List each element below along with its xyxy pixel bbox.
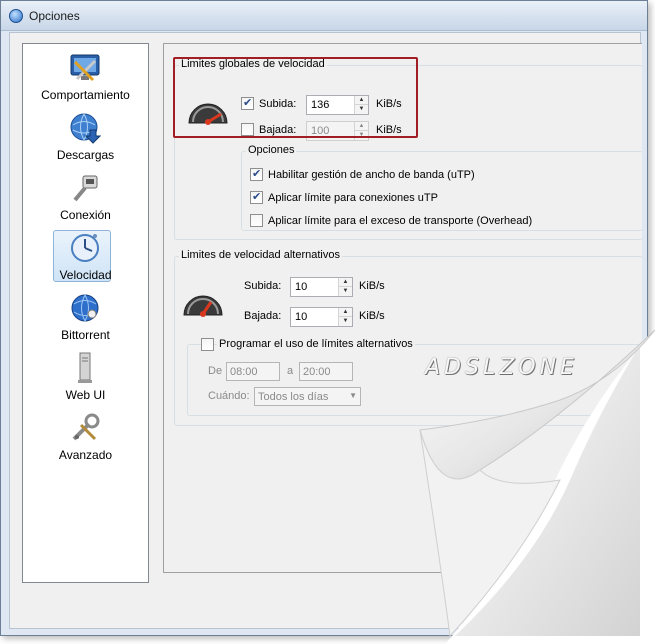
limit-utp-label: Aplicar límite para conexiones uTP — [268, 192, 438, 204]
sidebar-item-label: Conexión — [60, 208, 111, 222]
from-time-field[interactable]: 08:00 — [226, 362, 280, 381]
sidebar-item-velocidad[interactable]: Velocidad — [27, 230, 144, 288]
when-value: Todos los días — [258, 391, 329, 403]
window-title: Opciones — [29, 9, 80, 23]
to-time-field[interactable]: 20:00 — [299, 362, 353, 381]
server-tower-icon — [69, 352, 101, 384]
enable-utp-label: Habilitar gestión de ancho de banda (uTP… — [268, 169, 475, 181]
chevron-down-icon: ▼ — [349, 391, 357, 400]
sidebar-item-conexion[interactable]: Conexión — [27, 170, 144, 228]
alt-download-value: 10 — [295, 311, 308, 323]
sidebar-item-avanzado[interactable]: Avanzado — [27, 410, 144, 468]
from-label: De — [208, 365, 223, 377]
alt-upload-unit: KiB/s — [359, 280, 385, 292]
limit-overhead-label: Aplicar límite para el exceso de transpo… — [268, 215, 533, 227]
title-bar[interactable]: Opciones — [1, 1, 647, 31]
sidebar-item-label: Descargas — [56, 148, 115, 162]
alt-download-label: Bajada: — [244, 310, 282, 322]
from-time-value: 08:00 — [230, 366, 258, 378]
when-label: Cuándo: — [208, 390, 250, 402]
adslzone-watermark: ADSLZONE — [425, 355, 578, 380]
sidebar-item-comportamiento[interactable]: Comportamiento — [27, 50, 144, 108]
sidebar-item-label: Web UI — [65, 388, 106, 402]
annotation-highlight-frame — [173, 57, 418, 138]
globe-download-icon — [69, 112, 102, 144]
to-time-value: 20:00 — [303, 366, 331, 378]
sidebar-item-label: Bittorrent — [61, 328, 110, 342]
sidebar-item-descargas[interactable]: Descargas — [27, 110, 144, 168]
alt-download-unit: KiB/s — [359, 310, 385, 322]
monitor-tools-icon — [69, 52, 101, 84]
alt-upload-value: 10 — [295, 281, 308, 293]
schedule-label: Programar el uso de límites alternativos — [217, 338, 415, 350]
alt-download-spinbox[interactable]: 10 ▲ ▼ — [290, 307, 353, 327]
spin-down-icon[interactable]: ▼ — [339, 317, 352, 326]
category-sidebar: Comportamiento Descargas Conexión Veloci… — [22, 43, 149, 583]
alt-upload-spinbox[interactable]: 10 ▲ ▼ — [290, 277, 353, 297]
to-label: a — [287, 365, 294, 377]
sidebar-item-label: Avanzado — [58, 448, 113, 462]
sidebar-item-web-ui[interactable]: Web UI — [27, 350, 144, 408]
spin-up-icon[interactable]: ▲ — [339, 308, 352, 317]
when-select[interactable]: Todos los días ▼ — [254, 387, 361, 406]
globe-network-icon — [69, 292, 101, 324]
schedule-checkbox[interactable] — [201, 338, 214, 351]
sidebar-item-label: Comportamiento — [41, 88, 130, 102]
speedometer-icon — [181, 288, 225, 321]
qbittorrent-app-icon — [9, 9, 23, 23]
wrench-screwdriver-icon — [69, 412, 101, 444]
spin-up-icon[interactable]: ▲ — [339, 278, 352, 287]
limit-utp-checkbox[interactable] — [250, 190, 263, 204]
alt-limits-legend: Limites de velocidad alternativos — [179, 249, 342, 261]
options-legend: Opciones — [246, 144, 297, 156]
spin-down-icon[interactable]: ▼ — [339, 287, 352, 296]
sidebar-item-label: Velocidad — [59, 268, 112, 282]
limit-overhead-checkbox[interactable] — [250, 214, 263, 227]
alt-upload-label: Subida: — [244, 280, 282, 292]
clock-speed-icon — [69, 232, 101, 264]
sidebar-item-bittorrent[interactable]: Bittorrent — [27, 290, 144, 348]
enable-utp-checkbox[interactable] — [250, 167, 263, 181]
ethernet-plug-icon — [69, 172, 101, 204]
